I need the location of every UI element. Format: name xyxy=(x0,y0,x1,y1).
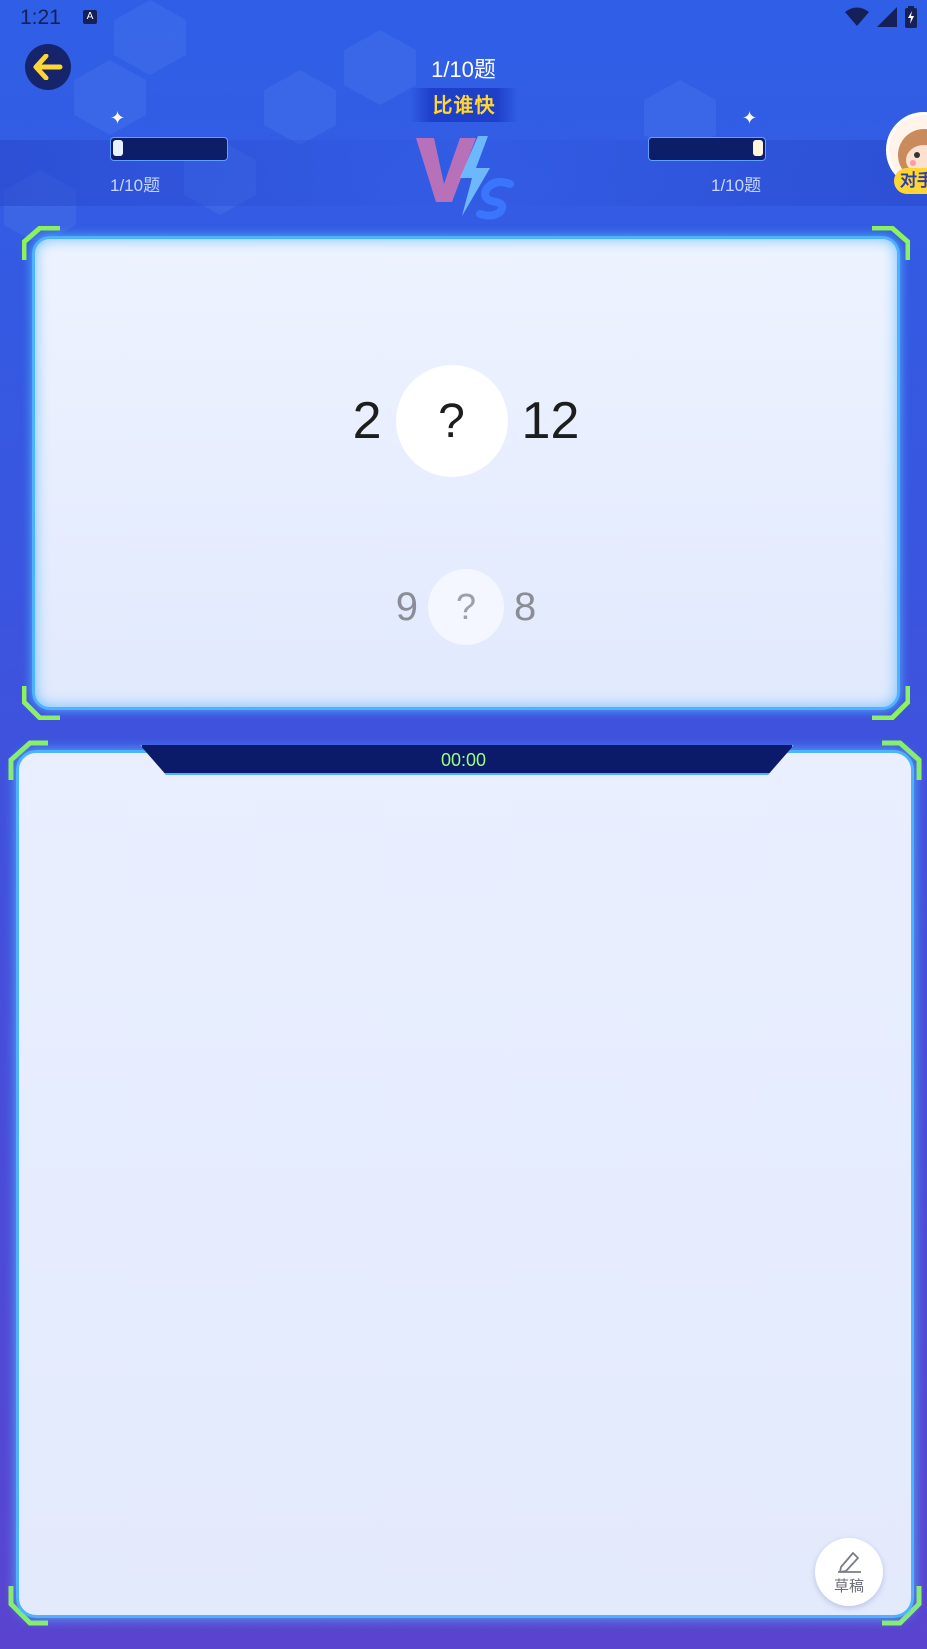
question-card: 2 ? 12 9 ? 8 xyxy=(22,226,910,720)
battery-icon xyxy=(905,6,917,28)
timer-text: 00:00 xyxy=(440,750,487,770)
vs-logo xyxy=(416,136,514,220)
opponent-progress-label: 1/10题 xyxy=(711,176,762,195)
player-progress-bar xyxy=(110,137,228,161)
sparkle-icon: ✦ xyxy=(742,108,758,129)
status-icons xyxy=(845,6,917,28)
status-bar: 1:21 A xyxy=(0,0,927,34)
next-left-operand: 9 xyxy=(395,584,418,629)
draft-label: 草稿 xyxy=(833,1576,864,1595)
next-equation: 9 ? 8 xyxy=(35,569,897,645)
handwriting-area[interactable] xyxy=(16,750,914,1618)
wifi-icon xyxy=(845,7,869,26)
pencil-icon xyxy=(838,1551,861,1573)
opponent-badge: 对手 xyxy=(894,168,927,194)
player-progress-knob xyxy=(113,140,123,156)
opponent-progress-knob xyxy=(753,140,763,156)
player-progress-label: 1/10题 xyxy=(110,176,161,195)
current-equation: 2 ? 12 xyxy=(35,365,897,477)
mode-title: 比谁快 xyxy=(410,88,518,122)
draft-button[interactable]: 草稿 xyxy=(815,1538,883,1606)
question-counter: 1/10题 xyxy=(431,57,496,82)
status-time: 1:21 xyxy=(20,6,61,29)
answer-panel xyxy=(8,740,922,1626)
signal-icon xyxy=(877,7,897,27)
operator-slot[interactable]: ? xyxy=(395,365,508,477)
question-card-surface: 2 ? 12 9 ? 8 xyxy=(32,236,900,710)
opponent-progress-bar xyxy=(648,137,766,161)
sparkle-icon: ✦ xyxy=(110,108,126,129)
right-operand: 12 xyxy=(521,392,580,450)
next-right-operand: 8 xyxy=(514,584,537,629)
notification-icon: A xyxy=(83,10,97,24)
left-operand: 2 xyxy=(352,392,382,450)
next-operator-slot: ? xyxy=(428,569,504,645)
